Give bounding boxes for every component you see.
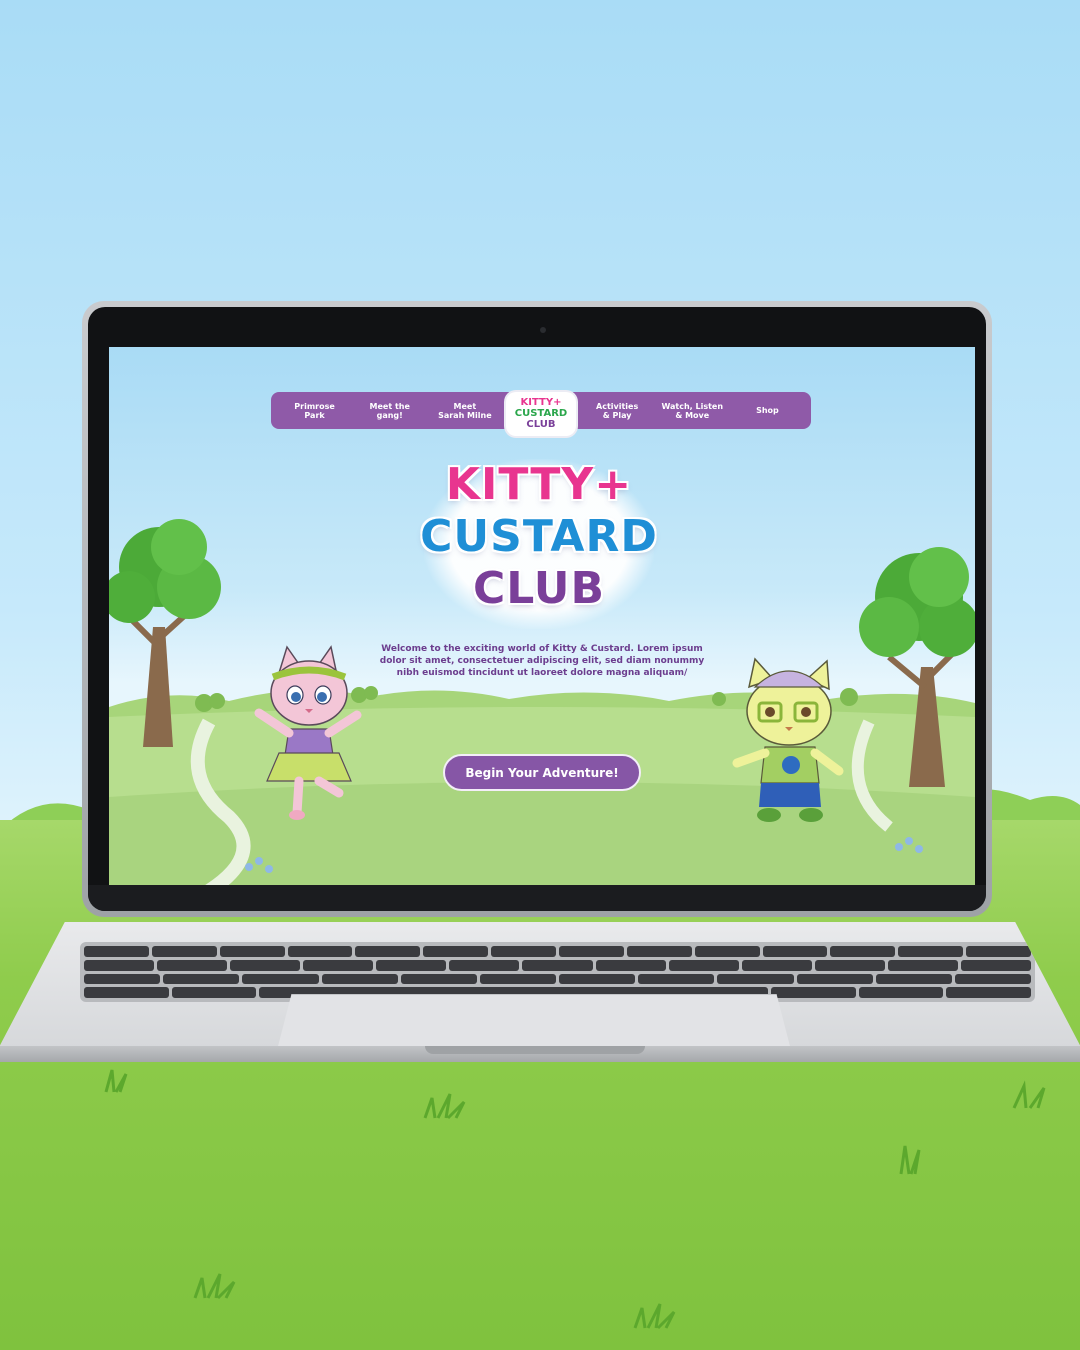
main-nav: Primrose Park Meet the gang! Meet Sarah …	[271, 391, 811, 436]
nav-logo-line2: CUSTARD	[514, 408, 568, 419]
kitty-character	[254, 645, 362, 820]
laptop-deck	[0, 922, 1080, 1062]
hero-logo-line3: CLUB	[472, 563, 606, 614]
tree-left	[109, 519, 221, 747]
nav-primrose-park[interactable]: Primrose Park	[281, 402, 349, 420]
nav-logo-line1: KITTY+	[520, 397, 562, 408]
nav-logo[interactable]: KITTY+ CUSTARD CLUB	[505, 391, 576, 436]
hero-logo-line1: KITTY+	[445, 459, 633, 510]
laptop-lid: Primrose Park Meet the gang! Meet Sarah …	[82, 301, 992, 917]
camera-icon	[540, 327, 546, 333]
nav-meet-sarah-milne[interactable]: Meet Sarah Milne	[431, 402, 499, 420]
grass-tuft	[104, 1069, 128, 1093]
website-screen: Primrose Park Meet the gang! Meet Sarah …	[109, 347, 975, 889]
nav-shop[interactable]: Shop	[733, 406, 801, 415]
nav-logo-line3: CLUB	[526, 419, 556, 430]
laptop-bezel: Primrose Park Meet the gang! Meet Sarah …	[88, 307, 986, 911]
grass-tuft	[193, 1273, 236, 1300]
keyboard	[80, 942, 1035, 1002]
nav-activities-play[interactable]: Activities & Play	[583, 402, 651, 420]
begin-adventure-button[interactable]: Begin Your Adventure!	[443, 754, 641, 791]
custard-character	[732, 657, 844, 822]
laptop-notch	[425, 1046, 645, 1054]
screen-chin	[88, 885, 986, 911]
hero-logo-line2: CUSTARD	[420, 511, 658, 562]
nav-meet-the-gang[interactable]: Meet the gang!	[356, 402, 424, 420]
hero-logo: KITTY+ CUSTARD CLUB	[420, 459, 657, 629]
grass-tuft	[1012, 1080, 1046, 1109]
grass-tuft	[899, 1145, 921, 1175]
nav-watch-listen-move[interactable]: Watch, Listen & Move	[658, 402, 726, 420]
grass-tuft	[633, 1303, 676, 1330]
tree-right	[859, 547, 975, 787]
welcome-text: Welcome to the exciting world of Kitty &…	[379, 644, 705, 678]
grass-tuft	[423, 1093, 466, 1120]
trackpad	[276, 994, 792, 1054]
laptop-base	[0, 914, 1080, 1062]
